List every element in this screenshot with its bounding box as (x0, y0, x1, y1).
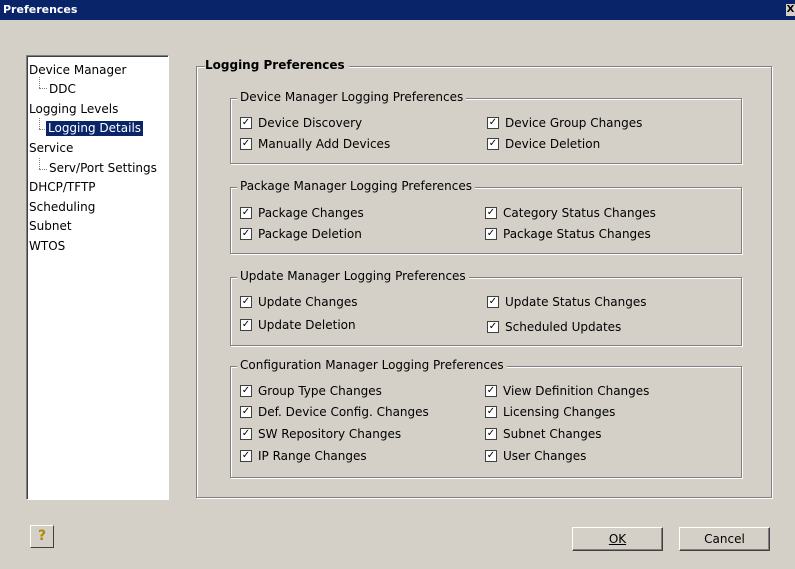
checkbox-update-deletion[interactable]: ✓ Update Deletion (240, 318, 356, 332)
checkbox-label: SW Repository Changes (258, 427, 402, 441)
checkbox-box[interactable]: ✓ (487, 117, 499, 129)
tree-connector (39, 169, 47, 170)
cancel-button-label: Cancel (704, 532, 745, 546)
configuration-manager-group-title: Configuration Manager Logging Preference… (237, 358, 507, 372)
tree-item-serv-port-settings[interactable]: Serv/Port Settings (49, 161, 157, 176)
checkbox-label: Group Type Changes (258, 384, 382, 398)
checkbox-label: Def. Device Config. Changes (258, 405, 429, 419)
navigation-tree[interactable]: Device Manager DDC Logging Levels Loggin… (26, 55, 169, 500)
logging-preferences-title: Logging Preferences (205, 58, 349, 72)
checkbox-label: Update Changes (258, 295, 358, 309)
checkbox-subnet-changes[interactable]: ✓ Subnet Changes (485, 427, 602, 441)
checkbox-label: View Definition Changes (503, 384, 650, 398)
checkbox-label: Update Status Changes (505, 295, 647, 309)
checkbox-box[interactable]: ✓ (240, 428, 252, 440)
tree-item-logging-levels[interactable]: Logging Levels (29, 102, 118, 117)
tree-connector (39, 118, 40, 129)
checkbox-box[interactable]: ✓ (240, 296, 252, 308)
checkbox-label: Device Deletion (505, 137, 601, 151)
help-button[interactable]: ? (30, 525, 54, 548)
checkbox-category-status-changes[interactable]: ✓ Category Status Changes (485, 206, 656, 220)
tree-connector (39, 129, 45, 130)
checkbox-package-deletion[interactable]: ✓ Package Deletion (240, 227, 362, 241)
checkbox-label: Update Deletion (258, 318, 356, 332)
checkbox-update-changes[interactable]: ✓ Update Changes (240, 295, 357, 309)
checkbox-label: Subnet Changes (503, 427, 602, 441)
checkbox-box[interactable]: ✓ (487, 321, 499, 333)
checkbox-box[interactable]: ✓ (485, 406, 497, 418)
tree-item-logging-details[interactable]: Logging Details (46, 121, 144, 136)
checkbox-box[interactable]: ✓ (240, 117, 252, 129)
device-manager-group (230, 98, 742, 164)
checkbox-label: Device Group Changes (505, 116, 643, 130)
ok-button-label: OK (608, 532, 627, 546)
checkbox-label: Device Discovery (258, 116, 363, 130)
checkbox-scheduled-updates[interactable]: ✓ Scheduled Updates (487, 320, 621, 334)
checkbox-ip-range-changes[interactable]: ✓ IP Range Changes (240, 449, 367, 463)
checkbox-package-status-changes[interactable]: ✓ Package Status Changes (485, 227, 651, 241)
package-manager-group (230, 187, 742, 254)
checkbox-label: Package Status Changes (503, 227, 651, 241)
tree-item-dhcp-tftp[interactable]: DHCP/TFTP (29, 180, 96, 195)
checkbox-box[interactable]: ✓ (485, 450, 497, 462)
checkbox-manually-add-devices[interactable]: ✓ Manually Add Devices (240, 137, 390, 151)
checkbox-box[interactable]: ✓ (487, 296, 499, 308)
checkbox-box[interactable]: ✓ (240, 406, 252, 418)
checkbox-box[interactable]: ✓ (487, 138, 499, 150)
tree-item-wtos[interactable]: WTOS (29, 239, 65, 254)
tree-item-subnet[interactable]: Subnet (29, 219, 72, 234)
checkbox-label: User Changes (503, 449, 587, 463)
tree-connector (39, 77, 40, 88)
checkbox-label: Category Status Changes (503, 206, 656, 220)
checkbox-def-device-config-changes[interactable]: ✓ Def. Device Config. Changes (240, 405, 429, 419)
checkbox-label: Licensing Changes (503, 405, 616, 419)
tree-item-scheduling[interactable]: Scheduling (29, 200, 95, 215)
ok-button[interactable]: OK (572, 527, 663, 551)
update-manager-group-title: Update Manager Logging Preferences (237, 269, 469, 283)
checkbox-label: Package Deletion (258, 227, 362, 241)
checkbox-label: IP Range Changes (258, 449, 367, 463)
tree-connector (39, 88, 47, 89)
checkbox-label: Manually Add Devices (258, 137, 391, 151)
update-manager-group (230, 277, 742, 346)
checkbox-box[interactable]: ✓ (240, 207, 252, 219)
checkbox-licensing-changes[interactable]: ✓ Licensing Changes (485, 405, 615, 419)
checkbox-box[interactable]: ✓ (240, 138, 252, 150)
checkbox-box[interactable]: ✓ (240, 450, 252, 462)
checkbox-label: Scheduled Updates (505, 320, 622, 334)
checkbox-view-definition-changes[interactable]: ✓ View Definition Changes (485, 384, 649, 398)
checkbox-box[interactable]: ✓ (240, 228, 252, 240)
title-bar: Preferences X (0, 0, 795, 20)
package-manager-group-title: Package Manager Logging Preferences (237, 179, 475, 193)
checkbox-update-status-changes[interactable]: ✓ Update Status Changes (487, 295, 647, 309)
checkbox-user-changes[interactable]: ✓ User Changes (485, 449, 586, 463)
checkbox-box[interactable]: ✓ (485, 207, 497, 219)
window-title: Preferences (3, 3, 78, 16)
checkbox-device-deletion[interactable]: ✓ Device Deletion (487, 137, 600, 151)
checkbox-box[interactable]: ✓ (485, 228, 497, 240)
checkbox-label: Package Changes (258, 206, 364, 220)
tree-connector (39, 158, 40, 169)
checkbox-box[interactable]: ✓ (485, 385, 497, 397)
checkbox-box[interactable]: ✓ (240, 385, 252, 397)
tree-item-device-manager[interactable]: Device Manager (29, 63, 126, 78)
tree-item-service[interactable]: Service (29, 141, 73, 156)
checkbox-package-changes[interactable]: ✓ Package Changes (240, 206, 364, 220)
checkbox-box[interactable]: ✓ (240, 319, 252, 331)
cancel-button[interactable]: Cancel (679, 527, 770, 551)
checkbox-box[interactable]: ✓ (485, 428, 497, 440)
checkbox-group-type-changes[interactable]: ✓ Group Type Changes (240, 384, 382, 398)
close-button[interactable]: X (786, 4, 795, 16)
checkbox-device-group-changes[interactable]: ✓ Device Group Changes (487, 116, 642, 130)
checkbox-device-discovery[interactable]: ✓ Device Discovery (240, 116, 362, 130)
tree-item-ddc[interactable]: DDC (49, 82, 76, 97)
help-icon: ? (37, 528, 47, 544)
checkbox-sw-repository-changes[interactable]: ✓ SW Repository Changes (240, 427, 401, 441)
device-manager-group-title: Device Manager Logging Preferences (237, 90, 467, 104)
